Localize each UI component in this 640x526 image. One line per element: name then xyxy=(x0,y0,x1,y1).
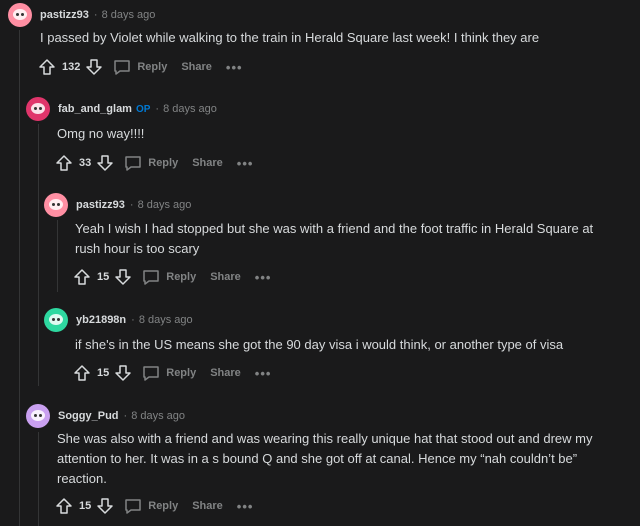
more-options-icon[interactable]: ••• xyxy=(237,156,254,171)
comment-icon xyxy=(114,60,131,75)
vote-count: 132 xyxy=(62,61,81,73)
avatar[interactable] xyxy=(44,193,68,217)
avatar[interactable] xyxy=(8,3,32,27)
username[interactable]: pastizz93 xyxy=(40,9,89,21)
reply-button[interactable]: Reply xyxy=(124,497,178,515)
comment-icon xyxy=(125,499,141,514)
separator-dot: · xyxy=(123,410,128,422)
share-button[interactable]: Share xyxy=(181,61,212,73)
share-button[interactable]: Share xyxy=(210,271,241,283)
username[interactable]: Soggy_Pud xyxy=(58,410,119,422)
comment-header: pastizz93 · 8 days ago xyxy=(44,193,191,217)
upvote-icon[interactable] xyxy=(38,58,56,76)
reply-label: Reply xyxy=(148,157,179,169)
vote-count: 33 xyxy=(79,157,92,169)
timestamp[interactable]: 8 days ago xyxy=(139,314,193,326)
reply-label: Reply xyxy=(137,61,168,73)
comment-header: Soggy_Pud · 8 days ago xyxy=(26,404,185,428)
downvote-icon[interactable] xyxy=(96,154,114,172)
comment-body: Yeah I wish I had stopped but she was wi… xyxy=(75,221,594,256)
upvote-icon[interactable] xyxy=(55,154,73,172)
upvote-icon[interactable] xyxy=(73,364,91,382)
avatar[interactable] xyxy=(26,404,50,428)
comment-actions: 33 Reply Share ••• xyxy=(55,151,253,175)
separator-dot: · xyxy=(93,9,98,21)
comment-icon xyxy=(143,270,159,285)
vote-count: 15 xyxy=(79,500,92,512)
upvote-icon[interactable] xyxy=(55,497,73,515)
comment-icon xyxy=(125,156,141,171)
share-button[interactable]: Share xyxy=(210,367,241,379)
username[interactable]: pastizz93 xyxy=(76,199,125,211)
downvote-icon[interactable] xyxy=(85,58,103,76)
timestamp[interactable]: 8 days ago xyxy=(138,199,192,211)
more-options-icon[interactable]: ••• xyxy=(226,60,243,75)
comment-actions: 15 Reply Share ••• xyxy=(73,265,271,289)
reply-button[interactable]: Reply xyxy=(124,154,178,172)
more-options-icon[interactable]: ••• xyxy=(255,366,272,381)
upvote-icon[interactable] xyxy=(73,268,91,286)
vote-count: 15 xyxy=(97,367,110,379)
avatar[interactable] xyxy=(26,97,50,121)
reply-label: Reply xyxy=(166,367,197,379)
more-options-icon[interactable]: ••• xyxy=(255,270,272,285)
comment-header: pastizz93 · 8 days ago xyxy=(8,3,155,27)
thread-line[interactable] xyxy=(19,30,20,526)
downvote-icon[interactable] xyxy=(114,268,132,286)
username[interactable]: fab_and_glam xyxy=(58,103,132,115)
downvote-icon[interactable] xyxy=(96,497,114,515)
comment-header: yb21898n · 8 days ago xyxy=(44,308,193,332)
op-badge: OP xyxy=(135,103,151,115)
share-button[interactable]: Share xyxy=(192,500,223,512)
more-options-icon[interactable]: ••• xyxy=(237,499,254,514)
separator-dot: · xyxy=(155,103,160,115)
downvote-icon[interactable] xyxy=(114,364,132,382)
reply-button[interactable]: Reply xyxy=(142,364,196,382)
comment-icon xyxy=(143,366,159,381)
share-button[interactable]: Share xyxy=(192,157,223,169)
reply-button[interactable]: Reply xyxy=(113,58,167,76)
separator-dot: · xyxy=(129,199,134,211)
timestamp[interactable]: 8 days ago xyxy=(163,103,217,115)
reply-button[interactable]: Reply xyxy=(142,268,196,286)
reply-label: Reply xyxy=(148,500,179,512)
reply-label: Reply xyxy=(166,271,197,283)
avatar[interactable] xyxy=(44,308,68,332)
thread-line[interactable] xyxy=(38,124,39,386)
vote-count: 15 xyxy=(97,271,110,283)
timestamp[interactable]: 8 days ago xyxy=(102,9,156,21)
comment-header: fab_and_glam OP · 8 days ago xyxy=(26,97,217,121)
username[interactable]: yb21898n xyxy=(76,314,126,326)
comment-actions: 15 Reply Share ••• xyxy=(55,494,253,518)
timestamp[interactable]: 8 days ago xyxy=(131,410,185,422)
separator-dot: · xyxy=(131,314,135,326)
comment-body: I passed by Violet while walking to the … xyxy=(40,30,540,45)
thread-line[interactable] xyxy=(38,432,39,526)
comment-body: if she's in the US means she got the 90 … xyxy=(75,337,564,352)
comment-actions: 15 Reply Share ••• xyxy=(73,361,271,385)
comment-body: She was also with a friend and was weari… xyxy=(57,431,593,486)
comment-body: Omg no way!!!! xyxy=(57,126,145,141)
thread-line[interactable] xyxy=(57,220,58,292)
comment-actions: 132 Reply Share ••• xyxy=(38,55,243,79)
